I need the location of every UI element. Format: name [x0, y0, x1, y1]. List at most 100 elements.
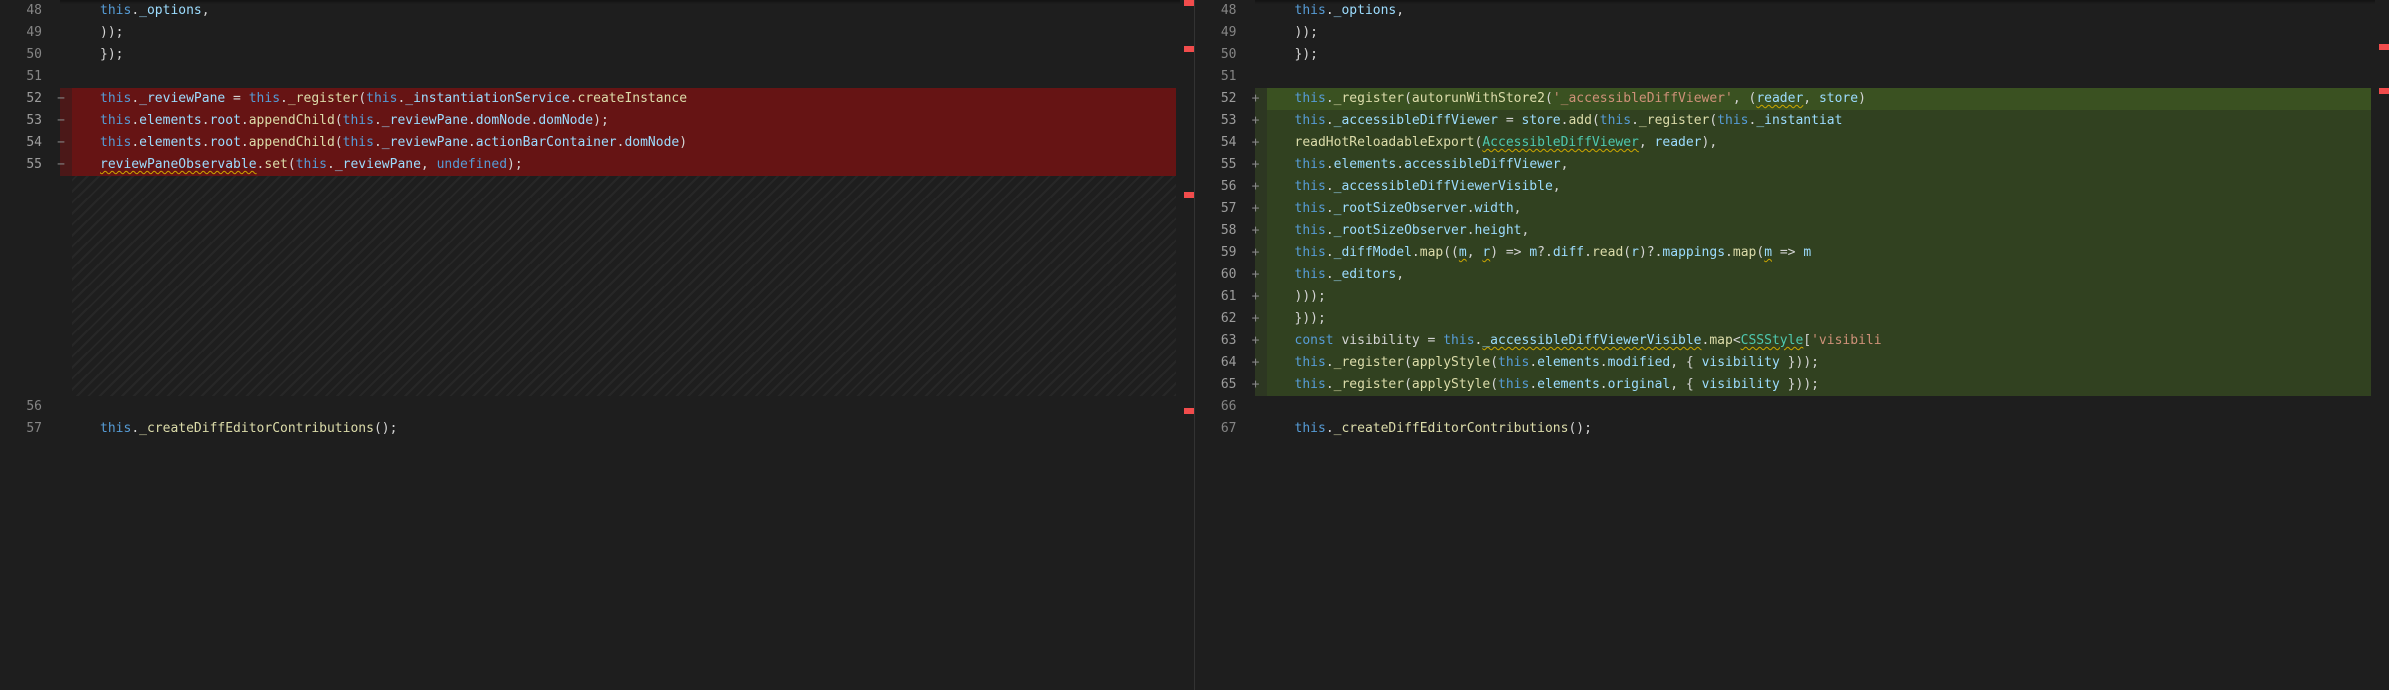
diff-strip-cell	[60, 352, 72, 374]
code-line[interactable]: ));	[72, 22, 1176, 44]
code-line[interactable]: + this._editors,	[1267, 264, 2372, 286]
code-token: this	[366, 91, 397, 106]
code-line[interactable]: − reviewPaneObservable.set(this._reviewP…	[72, 154, 1176, 176]
code-token: elements	[139, 113, 202, 128]
code-token: .	[1326, 91, 1334, 106]
code-line[interactable]: + this._accessibleDiffViewerVisible,	[1267, 176, 2372, 198]
ruler-mark[interactable]	[2379, 44, 2389, 50]
code-line[interactable]: this._options,	[1267, 0, 2372, 22]
code-token: _register	[1639, 113, 1709, 128]
code-line[interactable]: − this.elements.root.appendChild(this._r…	[72, 132, 1176, 154]
code-line[interactable]: − this.elements.root.appendChild(this._r…	[72, 110, 1176, 132]
code-line[interactable]	[1267, 66, 2372, 88]
code-token: .	[131, 113, 139, 128]
code-line[interactable]	[72, 264, 1176, 286]
code-line[interactable]	[1267, 396, 2372, 418]
diff-strip-cell	[60, 44, 72, 66]
code-line[interactable]	[72, 374, 1176, 396]
code-line[interactable]: + this._rootSizeObserver.height,	[1267, 220, 2372, 242]
line-number: 49	[1195, 22, 1237, 44]
code-line[interactable]: + }));	[1267, 308, 2372, 330]
code-line[interactable]: + this._register(applyStyle(this.element…	[1267, 352, 2372, 374]
ruler-mark[interactable]	[1184, 46, 1194, 52]
code-token: (	[1404, 91, 1412, 106]
code-line[interactable]	[72, 396, 1176, 418]
line-number: 61	[1195, 286, 1237, 308]
ruler-mark[interactable]	[2379, 88, 2389, 94]
ruler-mark[interactable]	[1184, 192, 1194, 198]
code-token: this	[1295, 267, 1326, 282]
overview-ruler[interactable]	[1180, 0, 1194, 690]
line-number: 65	[1195, 374, 1237, 396]
code-line[interactable]	[72, 242, 1176, 264]
code-token: this	[1498, 355, 1529, 370]
code-line[interactable]	[72, 198, 1176, 220]
code-token: ,	[1396, 3, 1404, 18]
code-token: this	[1295, 157, 1326, 172]
code-token: .	[374, 135, 382, 150]
diff-strip-cell	[1255, 66, 1267, 88]
code-token: );	[507, 157, 523, 172]
code-token: this	[249, 91, 280, 106]
code-line[interactable]: });	[72, 44, 1176, 66]
line-number: 52	[1195, 88, 1237, 110]
code-line[interactable]	[72, 330, 1176, 352]
code-token: _register	[1334, 377, 1404, 392]
code-token: ,	[202, 3, 210, 18]
line-number	[0, 198, 42, 220]
code-line[interactable]	[72, 66, 1176, 88]
code-token: visibility	[1702, 377, 1780, 392]
line-number: 54	[1195, 132, 1237, 154]
code-token: ,	[1561, 157, 1569, 172]
code-line[interactable]: + this._register(applyStyle(this.element…	[1267, 374, 2372, 396]
original-pane[interactable]: 48495051525354555657 this._options, )); …	[0, 0, 1195, 690]
code-line[interactable]	[72, 352, 1176, 374]
diff-strip-cell	[1255, 418, 1267, 440]
code-line[interactable]	[72, 220, 1176, 242]
code-token: (	[1404, 377, 1412, 392]
minus-icon: −	[54, 154, 68, 176]
line-number	[0, 308, 42, 330]
code-token: });	[1295, 47, 1318, 62]
code-token: this	[296, 157, 327, 172]
modified-pane[interactable]: 4849505152535455565758596061626364656667…	[1195, 0, 2389, 690]
ruler-mark[interactable]	[1184, 0, 1194, 6]
code-line[interactable]: this._createDiffEditorContributions();	[72, 418, 1176, 440]
code-line[interactable]	[72, 176, 1176, 198]
line-number	[0, 242, 42, 264]
code-line[interactable]	[72, 308, 1176, 330]
code-area[interactable]: this._options, )); }); − this._reviewPane…	[72, 0, 1176, 690]
code-line[interactable]: this._createDiffEditorContributions();	[1267, 418, 2372, 440]
code-line[interactable]: ));	[1267, 22, 2372, 44]
code-token: applyStyle	[1412, 355, 1490, 370]
code-line[interactable]: + )));	[1267, 286, 2372, 308]
line-number: 48	[0, 0, 42, 22]
code-token: m	[1803, 245, 1811, 260]
code-line[interactable]: + this._diffModel.map((m, r) => m?.diff.…	[1267, 242, 2372, 264]
code-line[interactable]: + const visibility = this._accessibleDif…	[1267, 330, 2372, 352]
code-area[interactable]: this._options, )); }); + this._register(a…	[1267, 0, 2372, 690]
code-token: );	[593, 113, 609, 128]
code-token: domNode	[476, 113, 531, 128]
overview-ruler[interactable]	[2375, 0, 2389, 690]
code-token: this	[1295, 377, 1326, 392]
code-token: .	[1326, 157, 1334, 172]
code-line[interactable]: + this._accessibleDiffViewer = store.add…	[1267, 110, 2372, 132]
code-line[interactable]: this._options,	[72, 0, 1176, 22]
code-token: ,	[1803, 91, 1819, 106]
plus-icon: +	[1249, 264, 1263, 286]
code-line[interactable]: + this.elements.accessibleDiffViewer,	[1267, 154, 2372, 176]
code-token: this	[343, 113, 374, 128]
code-line[interactable]: });	[1267, 44, 2372, 66]
ruler-mark[interactable]	[1184, 408, 1194, 414]
code-token: this	[1295, 223, 1326, 238]
code-line[interactable]: + this._rootSizeObserver.width,	[1267, 198, 2372, 220]
code-line[interactable]	[72, 286, 1176, 308]
diff-strip-cell	[60, 286, 72, 308]
code-token: , {	[1670, 355, 1701, 370]
code-line[interactable]: − this._reviewPane = this._register(this…	[72, 88, 1176, 110]
code-line[interactable]: + readHotReloadableExport(AccessibleDiff…	[1267, 132, 2372, 154]
code-token: ),	[1702, 135, 1718, 150]
code-line[interactable]: + this._register(autorunWithStore2('_acc…	[1267, 88, 2372, 110]
code-token: , (	[1733, 91, 1756, 106]
